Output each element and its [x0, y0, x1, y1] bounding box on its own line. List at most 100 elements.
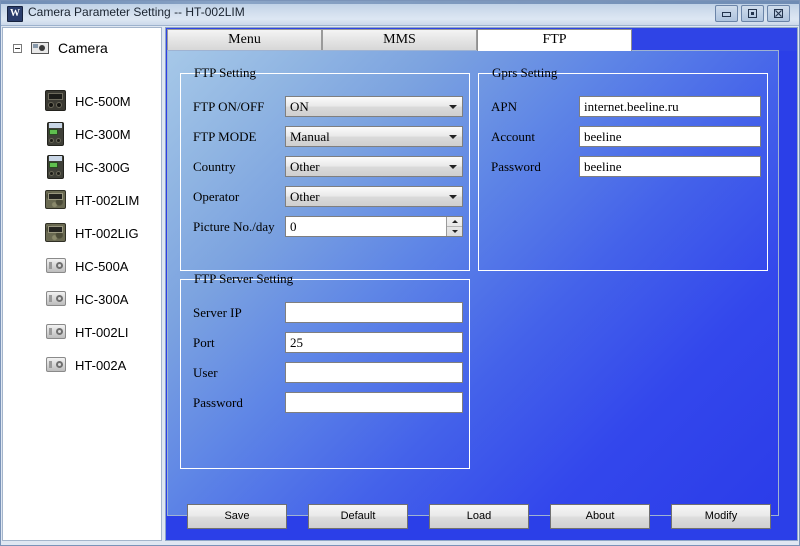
title-bar: W Camera Parameter Setting -- HT-002LIM — [1, 1, 799, 26]
tree-item-ht-002li[interactable]: HT-002LI — [43, 317, 128, 347]
tree-item-ht-002lim[interactable]: HT-002LIM — [43, 185, 139, 215]
ftp-tab-content: FTP Setting FTP ON/OFF ON FTP MODE Manua… — [167, 50, 779, 516]
camera-green-icon — [43, 155, 69, 179]
server-ip-label: Server IP — [193, 305, 242, 320]
about-button[interactable]: About — [550, 504, 650, 529]
tree-item-label: HC-500A — [75, 258, 129, 274]
picture-no-day-value: 0 — [290, 219, 297, 234]
tree-item-hc-300g[interactable]: HC-300G — [43, 152, 130, 182]
camera-tree-panel[interactable]: Camera HC-500M HC-300M HC-300G HT-002LIM — [2, 27, 162, 541]
tree-item-label: HT-002A — [75, 357, 127, 373]
camera-grey-icon — [43, 254, 69, 278]
gprs-password-label: Password — [491, 159, 541, 174]
maximize-button[interactable] — [741, 5, 764, 22]
camera-root-icon — [28, 40, 52, 56]
tree-item-label: HC-300A — [75, 291, 129, 307]
tree-root-label: Camera — [58, 40, 108, 56]
tab-mms[interactable]: MMS — [322, 29, 477, 51]
account-label: Account — [491, 129, 536, 144]
camera-grey-icon — [43, 320, 69, 344]
tree-item-ht-002lig[interactable]: HT-002LIG — [43, 218, 139, 248]
port-field[interactable]: 25 — [285, 332, 463, 353]
apn-value: internet.beeline.ru — [584, 99, 679, 114]
ftp-server-password-label: Password — [193, 395, 243, 410]
ftp-server-setting-group-title: FTP Server Setting — [194, 271, 294, 286]
camera-grey-icon — [43, 353, 69, 377]
operator-label: Operator — [193, 189, 240, 204]
tab-menu[interactable]: Menu — [167, 29, 322, 51]
chevron-down-icon — [449, 105, 457, 109]
server-ip-field[interactable] — [285, 302, 463, 323]
ftp-server-setting-group: FTP Server Setting Server IP Port 25 Use… — [180, 271, 470, 469]
picture-no-day-stepper[interactable]: 0 — [285, 216, 463, 237]
port-value: 25 — [290, 335, 303, 350]
ftp-mode-label: FTP MODE — [193, 129, 257, 144]
minimize-icon — [722, 12, 731, 17]
tree-item-hc-300a[interactable]: HC-300A — [43, 284, 128, 314]
load-button[interactable]: Load — [429, 504, 529, 529]
app-logo-icon: W — [7, 6, 23, 22]
stepper-buttons[interactable] — [446, 217, 462, 236]
tree-item-hc-300m[interactable]: HC-300M — [43, 119, 131, 149]
tree-item-hc-500m[interactable]: HC-500M — [43, 86, 131, 116]
account-field[interactable]: beeline — [579, 126, 761, 147]
modify-button[interactable]: Modify — [671, 504, 771, 529]
main-pane: Menu MMS FTP FTP Setting FTP ON/OFF ON F… — [165, 27, 798, 541]
gprs-setting-group: Gprs Setting APN internet.beeline.ru Acc… — [478, 65, 768, 271]
tree-item-label: HT-002LIM — [75, 192, 140, 208]
tab-strip: Menu MMS FTP — [166, 28, 797, 51]
picture-no-day-label: Picture No./day — [193, 219, 275, 234]
action-button-bar: Save Default Load About Modify — [167, 496, 779, 538]
tree-item-ht-002a[interactable]: HT-002A — [43, 350, 126, 380]
ftp-setting-group: FTP Setting FTP ON/OFF ON FTP MODE Manua… — [180, 65, 470, 271]
stepper-down-icon[interactable] — [447, 227, 462, 236]
country-value: Other — [290, 159, 320, 174]
tree-root-camera[interactable]: Camera — [13, 37, 108, 59]
gprs-password-value: beeline — [584, 159, 622, 174]
ftp-on-off-label: FTP ON/OFF — [193, 99, 265, 114]
apn-field[interactable]: internet.beeline.ru — [579, 96, 761, 117]
ftp-mode-dropdown[interactable]: Manual — [285, 126, 463, 147]
close-button[interactable] — [767, 5, 790, 22]
title-bar-accent-stripe — [1, 1, 799, 4]
tree-item-label: HC-500M — [75, 93, 131, 109]
application-window: W Camera Parameter Setting -- HT-002LIM — [0, 0, 800, 546]
default-button[interactable]: Default — [308, 504, 408, 529]
tree-expander-collapse-icon[interactable] — [13, 43, 22, 53]
tree-item-label: HC-300G — [75, 159, 130, 175]
tree-item-label: HT-002LI — [75, 324, 129, 340]
user-field[interactable] — [285, 362, 463, 383]
camera-dark-icon — [43, 89, 69, 113]
operator-value: Other — [290, 189, 320, 204]
apn-label: APN — [491, 99, 518, 114]
camera-camo-icon — [43, 188, 69, 212]
chevron-down-icon — [449, 135, 457, 139]
country-label: Country — [193, 159, 236, 174]
camera-grey-icon — [43, 287, 69, 311]
tree-item-hc-500a[interactable]: HC-500A — [43, 251, 128, 281]
chevron-down-icon — [449, 165, 457, 169]
maximize-icon — [748, 9, 757, 18]
country-dropdown[interactable]: Other — [285, 156, 463, 177]
ftp-setting-group-title: FTP Setting — [194, 65, 257, 80]
camera-green-icon — [43, 122, 69, 146]
gprs-password-field[interactable]: beeline — [579, 156, 761, 177]
ftp-mode-value: Manual — [290, 129, 330, 144]
ftp-on-off-value: ON — [290, 99, 309, 114]
gprs-setting-group-title: Gprs Setting — [492, 65, 558, 80]
operator-dropdown[interactable]: Other — [285, 186, 463, 207]
port-label: Port — [193, 335, 215, 350]
window-title: Camera Parameter Setting -- HT-002LIM — [28, 5, 245, 19]
stepper-up-icon[interactable] — [447, 217, 462, 227]
close-icon — [774, 9, 783, 18]
tree-item-label: HT-002LIG — [75, 225, 139, 241]
ftp-server-password-field[interactable] — [285, 392, 463, 413]
chevron-down-icon — [449, 195, 457, 199]
camera-camo-icon — [43, 221, 69, 245]
account-value: beeline — [584, 129, 622, 144]
ftp-on-off-dropdown[interactable]: ON — [285, 96, 463, 117]
minimize-button[interactable] — [715, 5, 738, 22]
tab-ftp[interactable]: FTP — [477, 29, 632, 51]
tree-item-label: HC-300M — [75, 126, 131, 142]
save-button[interactable]: Save — [187, 504, 287, 529]
